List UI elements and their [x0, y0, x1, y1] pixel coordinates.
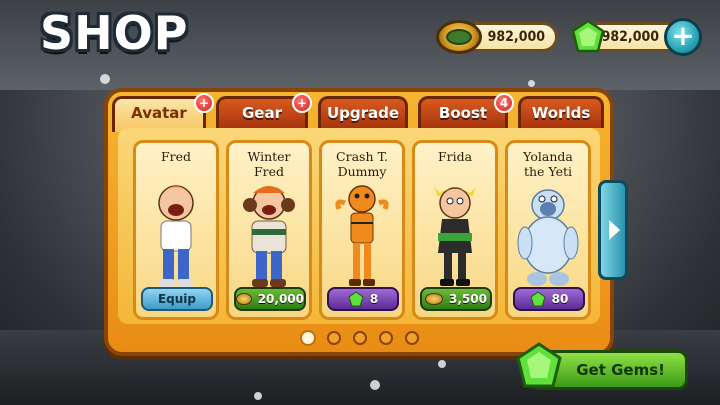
page-dot-1[interactable]: [300, 330, 316, 346]
buy-button[interactable]: 3,500: [420, 287, 492, 311]
character-card-yolanda-the-yeti[interactable]: Yolanda the Yeti 80: [505, 140, 591, 320]
fred-character-icon: [158, 185, 194, 287]
add-gems-button[interactable]: +: [664, 18, 702, 56]
card-name: Fred: [160, 149, 192, 164]
snowflake: [370, 380, 380, 390]
snowflake: [438, 360, 446, 368]
page-dot-3[interactable]: [353, 331, 367, 345]
card-name: Frida: [437, 149, 473, 164]
tab-label: Gear: [241, 104, 282, 122]
crash-dummy-character-icon: [335, 185, 389, 286]
tab-boost-badge: 4: [494, 93, 514, 113]
tab-avatar-badge: +: [194, 93, 214, 113]
tab-label: Worlds: [531, 104, 591, 122]
price-label: 20,000: [257, 292, 304, 306]
character-card-winter-fred[interactable]: Winter Fred 20,000: [226, 140, 312, 320]
next-page-button[interactable]: [598, 180, 628, 280]
price-label: 80: [551, 292, 569, 306]
page-dot-4[interactable]: [379, 331, 393, 345]
gem-icon: [348, 291, 364, 307]
gem-icon: [571, 19, 605, 53]
buy-button[interactable]: 8: [327, 287, 399, 311]
snowflake: [254, 392, 262, 400]
tab-upgrade[interactable]: Upgrade: [318, 96, 408, 128]
character-card-frida[interactable]: Frida 3,500: [412, 140, 498, 320]
character-card-crash-t-dummy[interactable]: Crash T. Dummy 8: [319, 140, 405, 320]
plus-icon: +: [671, 19, 695, 52]
card-name: Yolanda the Yeti: [523, 149, 573, 179]
winter-fred-character-icon: [243, 186, 295, 287]
frida-character-icon: [434, 187, 476, 286]
snowflake: [100, 74, 110, 84]
tab-label: Avatar: [131, 104, 187, 122]
buy-button[interactable]: 80: [513, 287, 585, 311]
gem-icon: [516, 342, 562, 388]
equip-button[interactable]: Equip: [141, 287, 213, 311]
tab-label: Boost: [438, 104, 488, 122]
card-name: Crash T. Dummy: [336, 149, 388, 179]
yeti-character-icon: [517, 189, 579, 286]
coin-icon: [236, 293, 252, 305]
price-label: 3,500: [449, 292, 487, 306]
tab-avatar[interactable]: Avatar: [112, 96, 206, 132]
tab-gear-badge: +: [292, 93, 312, 113]
snowflake: [528, 80, 535, 87]
page-dot-2[interactable]: [327, 331, 341, 345]
buy-button[interactable]: 20,000: [234, 287, 306, 311]
character-card-fred[interactable]: Fred Equip: [133, 140, 219, 320]
price-label: 8: [369, 292, 379, 306]
page-title: SHOP: [40, 6, 189, 60]
tab-worlds[interactable]: Worlds: [518, 96, 604, 128]
coins-value: 982,000: [487, 29, 545, 45]
page-dot-5[interactable]: [405, 331, 419, 345]
coin-icon: [436, 20, 482, 54]
tab-label: Upgrade: [326, 104, 400, 122]
gems-value: 982,000: [601, 29, 659, 45]
get-gems-label: Get Gems!: [576, 361, 665, 379]
gem-icon: [530, 291, 546, 307]
card-name: Winter Fred: [247, 149, 291, 179]
coin-icon: [425, 293, 444, 305]
price-label: Equip: [157, 292, 197, 306]
